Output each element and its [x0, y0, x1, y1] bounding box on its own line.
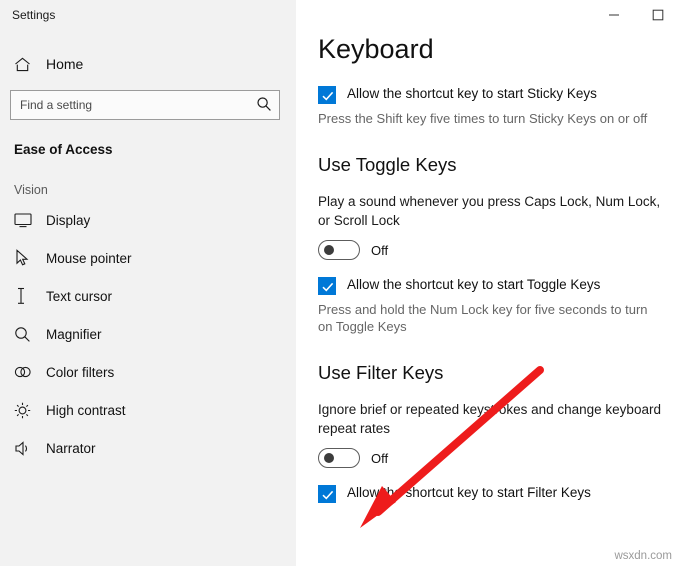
filter-keys-description: Ignore brief or repeated keystrokes and …: [318, 402, 661, 436]
sidebar-item-magnifier[interactable]: Magnifier: [0, 315, 296, 353]
filter-keys-checkbox[interactable]: [318, 485, 336, 503]
sticky-keys-description: Press the Shift key five times to turn S…: [318, 111, 648, 126]
sidebar-item-home[interactable]: Home: [0, 46, 296, 82]
sidebar-group-vision: Vision: [14, 183, 48, 197]
search-container: [10, 90, 280, 120]
filter-keys-state: Off: [371, 450, 389, 466]
filter-keys-heading: Use Filter Keys: [318, 362, 444, 383]
sidebar-section-title: Ease of Access: [14, 142, 113, 157]
narrator-icon: [14, 438, 36, 458]
settings-window: Settings Home Ease of Access Vision: [0, 0, 680, 566]
content-pane: Keyboard Allow the shortcut key to start…: [296, 0, 680, 566]
toggle-keys-heading: Use Toggle Keys: [318, 154, 457, 175]
page-title: Keyboard: [318, 34, 434, 64]
high-contrast-icon: [14, 400, 36, 420]
sticky-keys-checkbox-label: Allow the shortcut key to start Sticky K…: [347, 86, 597, 101]
sidebar-nav-list: Display Mouse pointer Text cursor Magnif…: [0, 201, 296, 467]
sidebar-item-mouse-pointer[interactable]: Mouse pointer: [0, 239, 296, 277]
sticky-keys-shortcut-row[interactable]: Allow the shortcut key to start Sticky K…: [318, 85, 680, 104]
sidebar-item-label: Color filters: [46, 364, 115, 380]
sidebar-item-label: Narrator: [46, 440, 96, 456]
toggle-keys-checkbox[interactable]: [318, 277, 336, 295]
magnifier-icon: [14, 324, 36, 344]
toggle-keys-hint: Press and hold the Num Lock key for five…: [318, 302, 648, 334]
sidebar-item-narrator[interactable]: Narrator: [0, 429, 296, 467]
toggle-knob: [324, 453, 334, 463]
window-titlebar: Settings: [0, 0, 296, 30]
sidebar-home-label: Home: [46, 56, 84, 72]
maximize-button[interactable]: [636, 0, 680, 30]
toggle-keys-switch-row[interactable]: Off: [318, 240, 680, 260]
toggle-keys-description: Play a sound whenever you press Caps Loc…: [318, 194, 661, 228]
color-filters-icon: [14, 362, 36, 382]
toggle-keys-state: Off: [371, 242, 389, 258]
sidebar-item-text-cursor[interactable]: Text cursor: [0, 277, 296, 315]
filter-keys-shortcut-row[interactable]: Allow the shortcut key to start Filter K…: [318, 484, 680, 503]
window-controls: [592, 0, 680, 30]
search-icon[interactable]: [256, 96, 272, 112]
monitor-icon: [14, 210, 36, 230]
minimize-button[interactable]: [592, 0, 636, 30]
mouse-pointer-icon: [14, 248, 36, 268]
text-cursor-icon: [14, 286, 36, 306]
sidebar-item-label: Text cursor: [46, 288, 113, 304]
sticky-keys-checkbox[interactable]: [318, 86, 336, 104]
toggle-knob: [324, 245, 334, 255]
toggle-keys-switch[interactable]: [318, 240, 360, 260]
home-icon: [14, 57, 36, 72]
sidebar-item-label: Display: [46, 212, 91, 228]
sidebar-item-display[interactable]: Display: [0, 201, 296, 239]
sidebar-item-color-filters[interactable]: Color filters: [0, 353, 296, 391]
keyboard-settings-content: Keyboard Allow the shortcut key to start…: [296, 0, 680, 503]
toggle-keys-checkbox-label: Allow the shortcut key to start Toggle K…: [347, 277, 601, 292]
toggle-keys-shortcut-row[interactable]: Allow the shortcut key to start Toggle K…: [318, 276, 680, 295]
filter-keys-switch[interactable]: [318, 448, 360, 468]
sidebar-item-high-contrast[interactable]: High contrast: [0, 391, 296, 429]
sidebar: Settings Home Ease of Access Vision: [0, 0, 296, 566]
watermark: wsxdn.com: [614, 550, 672, 562]
window-title: Settings: [12, 8, 56, 22]
filter-keys-checkbox-label: Allow the shortcut key to start Filter K…: [347, 485, 591, 500]
sidebar-item-label: Mouse pointer: [46, 250, 132, 266]
search-input[interactable]: [10, 90, 280, 120]
sidebar-item-label: Magnifier: [46, 326, 102, 342]
sidebar-item-label: High contrast: [46, 402, 126, 418]
filter-keys-switch-row[interactable]: Off: [318, 448, 680, 468]
